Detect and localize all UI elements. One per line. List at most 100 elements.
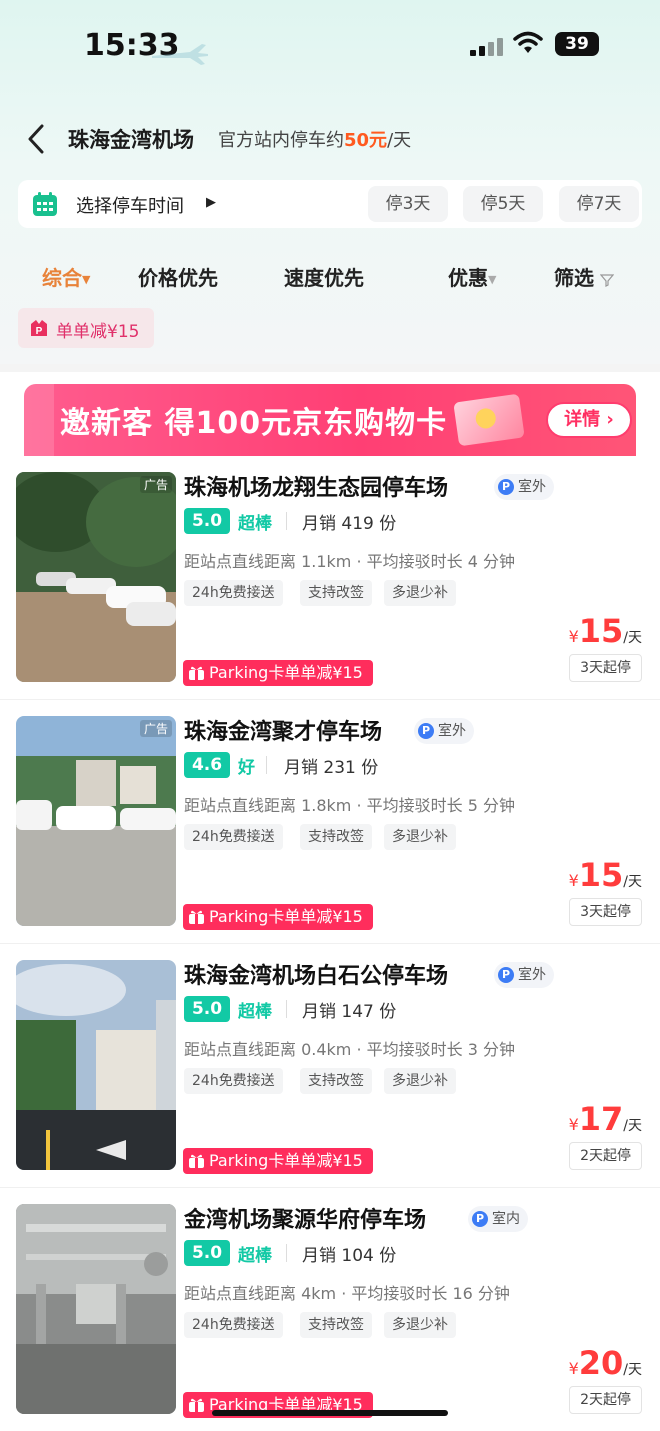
price-unit: /天 [623, 874, 642, 890]
rating-word: 超棒 [238, 1002, 272, 1022]
feature-tag: 多退少补 [384, 580, 456, 606]
rating-word: 好 [238, 758, 255, 778]
promo-label: Parking卡单单减¥15 [209, 663, 363, 682]
discount-filter-chip[interactable]: P 单单减¥15 [18, 308, 154, 348]
rating-score: 5.0 [184, 508, 230, 534]
env-label: 室外 [438, 723, 466, 739]
banner-decoration [24, 384, 54, 456]
official-price-value: 50元 [344, 130, 388, 151]
parking-listing[interactable]: 珠海金湾机场白石公停车场 P 室外 5.0 超棒 月销 147 份 距站点直线距离… [0, 944, 660, 1188]
distance-info: 距站点直线距离 1.8km · 平均接驳时长 5 分钟 [184, 796, 515, 815]
parking-listing[interactable]: 广告 珠海金湾聚才停车场 P 室外 4.6 好 月销 231 份 距站点直线距离 … [0, 700, 660, 944]
parking-p-icon: P [472, 1211, 488, 1227]
sort-default[interactable]: 综合▼ [42, 262, 90, 291]
stay-5-days-button[interactable]: 停5天 [463, 186, 543, 222]
filter-button[interactable]: 筛选 [554, 262, 614, 291]
price-value: 15 [578, 612, 624, 650]
env-label: 室外 [518, 479, 546, 495]
sort-discount[interactable]: 优惠▼ [448, 262, 496, 291]
price: ¥20/天 [569, 1344, 642, 1382]
listing-name: 珠海金湾机场白石公停车场 [184, 964, 449, 989]
discount-chip-label: 单单减¥15 [56, 322, 140, 342]
filter-icon [600, 273, 614, 287]
promo-tag: Parking卡单单减¥15 [183, 1148, 373, 1174]
gift-icon [189, 1154, 204, 1168]
outdoor-tag: P 室外 [494, 474, 554, 500]
parking-p-icon: P [498, 479, 514, 495]
parking-p-icon: P [498, 967, 514, 983]
distance-info: 距站点直线距离 1.1km · 平均接驳时长 4 分钟 [184, 552, 515, 571]
monthly-sales: 月销 147 份 [302, 1002, 397, 1022]
back-arrow-icon[interactable] [22, 122, 50, 156]
currency-symbol: ¥ [568, 1115, 579, 1134]
listing-photo[interactable]: 广告 [16, 716, 176, 926]
banner-text: 邀新客 得100元京东购物卡 [60, 406, 448, 441]
promo-tag: Parking卡单单减¥15 [183, 904, 373, 930]
outdoor-tag: P 室外 [494, 962, 554, 988]
sort-price[interactable]: 价格优先 [138, 262, 218, 291]
rating-score: 5.0 [184, 1240, 230, 1266]
parking-listing[interactable]: 广告 珠海机场龙翔生态园停车场 P 室外 5.0 超棒 月销 419 份 距站点直… [0, 456, 660, 700]
home-indicator[interactable] [212, 1410, 448, 1416]
indoor-tag: P 室内 [468, 1206, 528, 1232]
gift-card-icon [453, 393, 525, 447]
airplane-icon [152, 44, 208, 65]
stay-3-days-button[interactable]: 停3天 [368, 186, 448, 222]
sort-speed[interactable]: 速度优先 [284, 262, 364, 291]
separator [286, 512, 287, 530]
official-price-note: 官方站内停车约50元/天 [218, 126, 411, 152]
min-stay-label: 2天起停 [569, 1142, 642, 1170]
price-value: 17 [578, 1100, 624, 1138]
separator [286, 1000, 287, 1018]
listing-photo[interactable]: 广告 [16, 472, 176, 682]
signal-icon [470, 36, 504, 56]
feature-tag: 支持改签 [300, 1068, 372, 1094]
promo-banner[interactable]: 邀新客 得100元京东购物卡 详情 › [24, 384, 636, 456]
listing-photo[interactable] [16, 960, 176, 1170]
gift-icon [189, 910, 204, 924]
gift-icon [189, 1398, 204, 1412]
listing-photo[interactable] [16, 1204, 176, 1414]
monthly-sales: 月销 419 份 [302, 514, 397, 534]
rating-score: 4.6 [184, 752, 230, 778]
feature-tag: 多退少补 [384, 824, 456, 850]
status-bar: 15:33 39 [0, 0, 660, 92]
min-stay-label: 3天起停 [569, 898, 642, 926]
separator [266, 756, 267, 774]
price: ¥15/天 [569, 612, 642, 650]
outdoor-tag: P 室外 [414, 718, 474, 744]
feature-tag: 多退少补 [384, 1068, 456, 1094]
rating-score: 5.0 [184, 996, 230, 1022]
price: ¥15/天 [569, 856, 642, 894]
parking-listing[interactable]: 金湾机场聚源华府停车场 P 室内 5.0 超棒 月销 104 份 距站点直线距离 … [0, 1188, 660, 1431]
listing-name: 珠海机场龙翔生态园停车场 [184, 476, 449, 501]
feature-tag: 24h免费接送 [184, 1312, 283, 1338]
monthly-sales: 月销 104 份 [302, 1246, 397, 1266]
select-time-button[interactable]: 选择停车时间 [76, 192, 184, 218]
min-stay-label: 3天起停 [569, 654, 642, 682]
calendar-icon[interactable] [32, 191, 58, 217]
listing-name: 金湾机场聚源华府停车场 [184, 1208, 427, 1233]
sort-default-label: 综合 [42, 266, 82, 290]
parking-badge-icon: P [31, 320, 47, 337]
banner-details-label: 详情 [564, 409, 601, 430]
page-title: 珠海金湾机场 [68, 128, 194, 152]
feature-tag: 支持改签 [300, 824, 372, 850]
distance-info: 距站点直线距离 0.4km · 平均接驳时长 3 分钟 [184, 1040, 515, 1059]
wifi-icon [513, 31, 543, 53]
page-header: 珠海金湾机场 官方站内停车约50元/天 [0, 112, 660, 166]
caret-down-icon: ▼ [82, 273, 91, 286]
sort-bar: 综合▼ 价格优先 速度优先 优惠▼ 筛选 [0, 256, 660, 296]
feature-tag: 24h免费接送 [184, 580, 283, 606]
price-value: 15 [578, 856, 624, 894]
banner-details-button[interactable]: 详情 › [546, 402, 632, 438]
currency-symbol: ¥ [568, 1359, 579, 1378]
feature-tag: 24h免费接送 [184, 824, 283, 850]
monthly-sales: 月销 231 份 [284, 758, 379, 778]
official-price-unit: /天 [387, 130, 412, 151]
promo-label: Parking卡单单减¥15 [209, 1151, 363, 1170]
min-stay-label: 2天起停 [569, 1386, 642, 1414]
env-label: 室外 [518, 967, 546, 983]
currency-symbol: ¥ [568, 871, 579, 890]
stay-7-days-button[interactable]: 停7天 [559, 186, 639, 222]
